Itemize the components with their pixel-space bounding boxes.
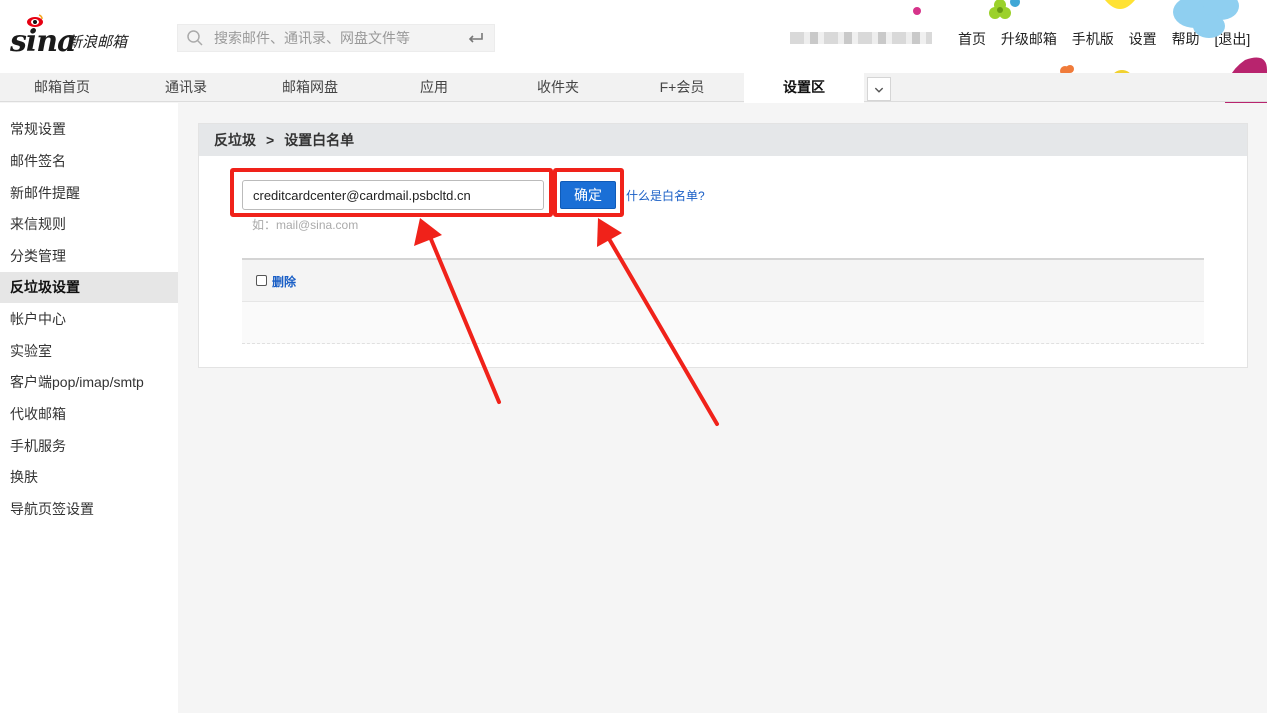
tab-settings[interactable]: 设置区: [744, 73, 864, 103]
chevron-down-icon: [874, 87, 884, 93]
sidebar-item-lab[interactable]: 实验室: [0, 336, 178, 367]
enter-icon[interactable]: [466, 28, 486, 48]
sidebar-item-fetch-mail[interactable]: 代收邮箱: [0, 399, 178, 430]
breadcrumb-parent[interactable]: 反垃圾: [214, 132, 256, 148]
sidebar-item-signature[interactable]: 邮件签名: [0, 146, 178, 177]
whitelist-email-input[interactable]: [242, 180, 544, 210]
sidebar-item-account[interactable]: 帐户中心: [0, 304, 178, 335]
sidebar-item-client-protocols[interactable]: 客户端pop/imap/smtp: [0, 367, 178, 398]
select-all-checkbox[interactable]: [256, 275, 267, 286]
breadcrumb-current: 设置白名单: [284, 132, 355, 148]
breadcrumb: 反垃圾 > 设置白名单: [199, 124, 1247, 156]
search-input[interactable]: [214, 27, 454, 49]
sidebar-item-nav-tabs[interactable]: 导航页签设置: [0, 494, 178, 525]
tab-contacts[interactable]: 通讯录: [124, 73, 248, 102]
sidebar-item-skin[interactable]: 换肤: [0, 462, 178, 493]
breadcrumb-separator: >: [266, 132, 275, 148]
tab-netdisk[interactable]: 邮箱网盘: [248, 73, 372, 102]
delete-link[interactable]: 删除: [272, 273, 296, 290]
what-is-whitelist-link[interactable]: 什么是白名单?: [626, 187, 705, 204]
settings-sidebar: 常规设置 邮件签名 新邮件提醒 来信规则 分类管理 反垃圾设置 帐户中心 实验室…: [0, 103, 178, 713]
sidebar-item-new-mail-alert[interactable]: 新邮件提醒: [0, 178, 178, 209]
nav-more-dropdown[interactable]: [867, 77, 891, 101]
top-header: sina 新浪邮箱 首页 升级邮箱 手机版 设置 帮助 [退出]: [0, 0, 1267, 103]
logo-text: sina: [10, 24, 77, 59]
sidebar-item-categories[interactable]: 分类管理: [0, 241, 178, 272]
search-icon[interactable]: [186, 29, 204, 47]
tab-inbox[interactable]: 收件夹: [496, 73, 620, 102]
whitelist-empty-list: [242, 302, 1204, 344]
tab-apps[interactable]: 应用: [372, 73, 496, 102]
main-nav: 邮箱首页 通讯录 邮箱网盘 应用 收件夹 F+会员 设置区: [0, 73, 1267, 103]
whitelist-list-header: 删除: [242, 258, 1204, 302]
tab-mail-home[interactable]: 邮箱首页: [0, 73, 124, 102]
whitelist-panel: 反垃圾 > 设置白名单 如：mail@sina.com 确定 什么是白名单? 删除: [198, 123, 1248, 368]
logo-subtitle: 新浪邮箱: [67, 34, 128, 51]
sina-logo[interactable]: sina 新浪邮箱: [10, 14, 130, 59]
sidebar-item-antispam[interactable]: 反垃圾设置: [0, 272, 178, 303]
tab-fplus[interactable]: F+会员: [620, 73, 744, 102]
input-hint: 如：mail@sina.com: [252, 218, 359, 232]
sidebar-item-mobile-service[interactable]: 手机服务: [0, 431, 178, 462]
sidebar-item-general[interactable]: 常规设置: [0, 114, 178, 145]
search-box[interactable]: [177, 24, 495, 52]
sidebar-item-mail-rules[interactable]: 来信规则: [0, 209, 178, 240]
confirm-button[interactable]: 确定: [560, 181, 616, 209]
